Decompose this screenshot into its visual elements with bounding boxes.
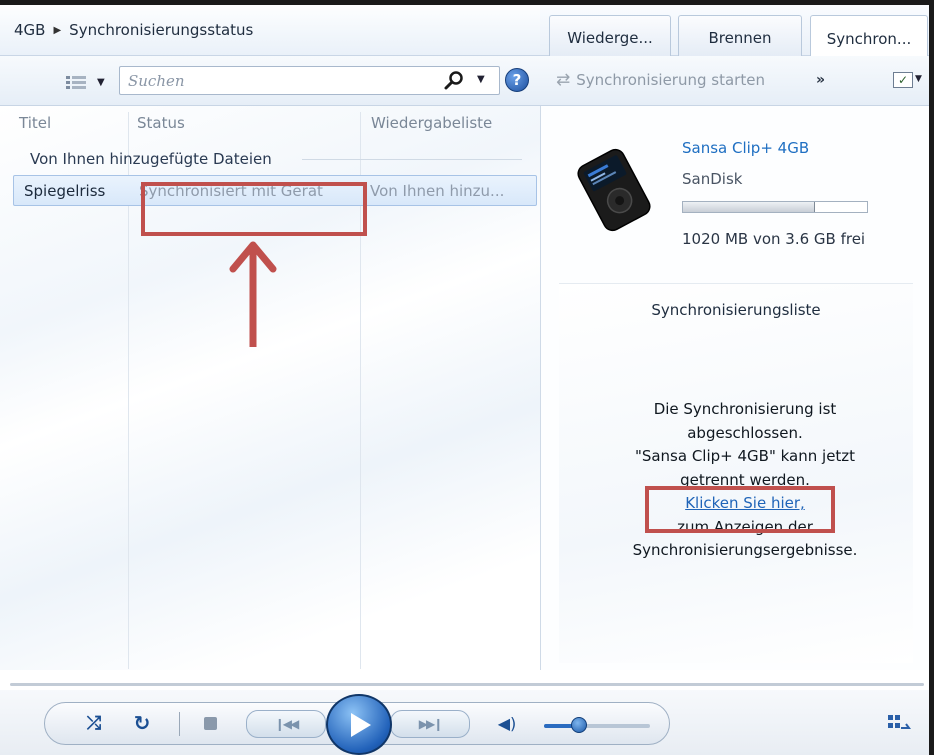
volume-icon[interactable]: ◀) bbox=[495, 712, 519, 734]
storage-bar bbox=[682, 201, 868, 213]
search-box[interactable]: ▼ bbox=[119, 66, 500, 95]
column-header-playlist[interactable]: Wiedergabeliste bbox=[371, 114, 492, 132]
group-header: Von Ihnen hinzugefügte Dateien bbox=[30, 150, 272, 168]
shuffle-icon[interactable]: ⤮ bbox=[82, 712, 106, 734]
search-dropdown-chevron-icon[interactable]: ▼ bbox=[477, 74, 485, 85]
start-sync-label: Synchronisierung starten bbox=[576, 71, 765, 89]
sync-options-icon[interactable]: ✓ bbox=[893, 72, 913, 88]
sync-options-dropdown-chevron-icon[interactable]: ▼ bbox=[915, 74, 922, 84]
repeat-icon[interactable]: ↻ bbox=[130, 711, 154, 735]
device-name[interactable]: Sansa Clip+ 4GB bbox=[682, 139, 809, 157]
sync-message-line: abgeschlossen. bbox=[687, 423, 803, 442]
window-right-border bbox=[929, 0, 934, 755]
device-image bbox=[577, 148, 651, 232]
help-icon[interactable]: ? bbox=[505, 68, 529, 92]
tab-bar: Wiederge... Brennen Synchron... bbox=[540, 5, 929, 61]
tab-sync[interactable]: Synchron... bbox=[810, 15, 928, 61]
device-manufacturer: SanDisk bbox=[682, 170, 743, 188]
view-options-icon[interactable] bbox=[66, 76, 86, 94]
sync-arrows-icon: ⇄ bbox=[556, 70, 571, 90]
sync-toolbar: ⇄ Synchronisierung starten » ✓ ▼ bbox=[540, 56, 929, 106]
seek-bar[interactable] bbox=[10, 683, 924, 686]
next-icon[interactable]: ▶▶❙ bbox=[390, 710, 470, 738]
sync-message-line: Die Synchronisierung ist bbox=[653, 400, 837, 418]
previous-icon[interactable]: ❙◀◀ bbox=[246, 710, 326, 738]
storage-bar-fill bbox=[683, 202, 816, 212]
storage-free-text: 1020 MB von 3.6 GB frei bbox=[682, 230, 866, 248]
sync-complete-message: Die Synchronisierung ist abgeschlossen. … bbox=[615, 398, 875, 563]
breadcrumb-device[interactable]: 4GB bbox=[14, 21, 45, 39]
sync-list-title: Synchronisierungsliste bbox=[651, 301, 821, 319]
library-toolbar: ▼ ▼ ? bbox=[0, 56, 540, 106]
breadcrumb-current-page[interactable]: Synchronisierungsstatus bbox=[69, 21, 253, 39]
annotation-arrow-icon bbox=[229, 241, 277, 347]
row-playlist: Von Ihnen hinzu... bbox=[370, 182, 505, 200]
view-options-dropdown-chevron-icon[interactable]: ▼ bbox=[97, 77, 105, 88]
sync-message-line: "Sansa Clip+ 4GB" kann jetzt bbox=[634, 447, 856, 465]
column-header-title[interactable]: Titel bbox=[19, 114, 51, 132]
start-sync-button[interactable]: ⇄ Synchronisierung starten bbox=[556, 70, 765, 90]
link-highlight-box bbox=[645, 486, 835, 533]
sync-message-line: Synchronisierungsergebnisse. bbox=[632, 541, 858, 559]
tab-burn[interactable]: Brennen bbox=[678, 15, 802, 59]
volume-slider[interactable] bbox=[544, 724, 650, 728]
group-divider bbox=[302, 159, 522, 160]
play-icon[interactable] bbox=[326, 694, 392, 755]
breadcrumb: 4GB ▶ Synchronisierungsstatus bbox=[14, 21, 253, 39]
sync-pane: Sansa Clip+ 4GB SanDisk 1020 MB von 3.6 … bbox=[540, 106, 929, 670]
magnifier-icon[interactable] bbox=[443, 70, 465, 92]
tab-playback[interactable]: Wiederge... bbox=[549, 15, 671, 59]
search-input[interactable] bbox=[128, 72, 428, 90]
player-controls: ⤮ ↻ ❙◀◀ ▶▶❙ ◀) bbox=[0, 690, 929, 755]
volume-thumb[interactable] bbox=[571, 717, 587, 733]
stop-icon[interactable] bbox=[204, 717, 217, 730]
row-title: Spiegelriss bbox=[24, 182, 106, 200]
column-header-status[interactable]: Status bbox=[137, 114, 185, 132]
breadcrumb-separator-icon[interactable]: ▶ bbox=[53, 25, 61, 36]
controls-divider bbox=[179, 712, 180, 736]
switch-to-now-playing-icon[interactable] bbox=[886, 712, 912, 734]
more-options-chevron-icon[interactable]: » bbox=[816, 72, 825, 88]
status-highlight-box bbox=[141, 182, 367, 236]
navigation-bar: 4GB ▶ Synchronisierungsstatus bbox=[0, 5, 540, 56]
